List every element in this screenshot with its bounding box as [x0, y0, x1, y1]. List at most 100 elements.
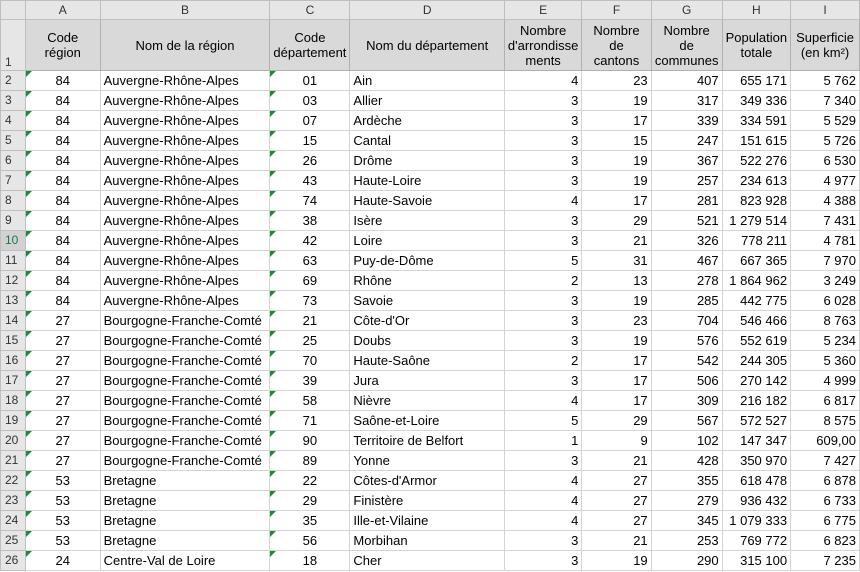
row-header[interactable]: 2 — [0, 70, 26, 91]
cell-b[interactable]: Bretagne — [99, 530, 271, 551]
cell-g[interactable]: 521 — [650, 210, 723, 231]
cell-d[interactable]: Isère — [349, 210, 505, 231]
column-header-b[interactable]: B — [99, 0, 271, 20]
cell-c[interactable]: 74 — [269, 190, 351, 211]
cell-h[interactable]: 1 279 514 — [721, 210, 792, 231]
cell-d[interactable]: Ain — [349, 70, 505, 91]
row-header[interactable]: 14 — [0, 310, 26, 331]
row-header[interactable]: 20 — [0, 430, 26, 451]
row-header[interactable]: 16 — [0, 350, 26, 371]
cell-g[interactable]: 257 — [650, 170, 723, 191]
cell-c[interactable]: 73 — [269, 290, 351, 311]
cell-a[interactable]: 84 — [24, 110, 101, 131]
row-header[interactable]: 11 — [0, 250, 26, 271]
cell-d[interactable]: Jura — [349, 370, 505, 391]
header-cell-g[interactable]: Nombre de communes — [650, 19, 723, 71]
cell-f[interactable]: 27 — [581, 470, 652, 491]
cell-c[interactable]: 03 — [269, 90, 351, 111]
cell-e[interactable]: 3 — [503, 550, 583, 571]
cell-g[interactable]: 407 — [650, 70, 723, 91]
cell-i[interactable]: 5 762 — [790, 70, 860, 91]
cell-d[interactable]: Haute-Savoie — [349, 190, 505, 211]
cell-h[interactable]: 216 182 — [721, 390, 792, 411]
cell-f[interactable]: 21 — [581, 530, 652, 551]
row-header[interactable]: 9 — [0, 210, 26, 231]
cell-i[interactable]: 4 977 — [790, 170, 860, 191]
header-cell-b[interactable]: Nom de la région — [99, 19, 271, 71]
cell-i[interactable]: 6 733 — [790, 490, 860, 511]
cell-d[interactable]: Haute-Loire — [349, 170, 505, 191]
cell-f[interactable]: 29 — [581, 210, 652, 231]
cell-d[interactable]: Cantal — [349, 130, 505, 151]
cell-h[interactable]: 244 305 — [721, 350, 792, 371]
row-header[interactable]: 4 — [0, 110, 26, 131]
row-header[interactable]: 10 — [0, 230, 26, 251]
cell-h[interactable]: 552 619 — [721, 330, 792, 351]
row-header[interactable]: 21 — [0, 450, 26, 471]
cell-d[interactable]: Haute-Saône — [349, 350, 505, 371]
column-header-g[interactable]: G — [650, 0, 723, 20]
cell-d[interactable]: Puy-de-Dôme — [349, 250, 505, 271]
row-header[interactable]: 12 — [0, 270, 26, 291]
cell-d[interactable]: Yonne — [349, 450, 505, 471]
cell-f[interactable]: 29 — [581, 410, 652, 431]
cell-g[interactable]: 345 — [650, 510, 723, 531]
cell-h[interactable]: 546 466 — [721, 310, 792, 331]
cell-a[interactable]: 27 — [24, 430, 101, 451]
row-header[interactable]: 25 — [0, 530, 26, 551]
cell-b[interactable]: Bourgogne-Franche-Comté — [99, 450, 271, 471]
cell-b[interactable]: Auvergne-Rhône-Alpes — [99, 150, 271, 171]
cell-b[interactable]: Bourgogne-Franche-Comté — [99, 330, 271, 351]
header-cell-d[interactable]: Nom du département — [349, 19, 505, 71]
row-header[interactable]: 15 — [0, 330, 26, 351]
cell-f[interactable]: 19 — [581, 170, 652, 191]
cell-g[interactable]: 247 — [650, 130, 723, 151]
cell-a[interactable]: 24 — [24, 550, 101, 571]
cell-b[interactable]: Bretagne — [99, 510, 271, 531]
cell-f[interactable]: 19 — [581, 550, 652, 571]
cell-b[interactable]: Centre-Val de Loire — [99, 550, 271, 571]
cell-d[interactable]: Savoie — [349, 290, 505, 311]
cell-a[interactable]: 84 — [24, 170, 101, 191]
cell-g[interactable]: 281 — [650, 190, 723, 211]
cell-c[interactable]: 58 — [269, 390, 351, 411]
cell-e[interactable]: 4 — [503, 390, 583, 411]
cell-a[interactable]: 27 — [24, 410, 101, 431]
cell-i[interactable]: 5 726 — [790, 130, 860, 151]
cell-b[interactable]: Auvergne-Rhône-Alpes — [99, 250, 271, 271]
cell-a[interactable]: 27 — [24, 330, 101, 351]
cell-e[interactable]: 3 — [503, 110, 583, 131]
cell-g[interactable]: 704 — [650, 310, 723, 331]
cell-e[interactable]: 3 — [503, 290, 583, 311]
cell-c[interactable]: 43 — [269, 170, 351, 191]
cell-b[interactable]: Bourgogne-Franche-Comté — [99, 310, 271, 331]
column-header-f[interactable]: F — [581, 0, 652, 20]
header-cell-h[interactable]: Population totale — [721, 19, 792, 71]
cell-d[interactable]: Ardèche — [349, 110, 505, 131]
cell-f[interactable]: 17 — [581, 370, 652, 391]
cell-f[interactable]: 31 — [581, 250, 652, 271]
cell-c[interactable]: 56 — [269, 530, 351, 551]
cell-d[interactable]: Côte-d'Or — [349, 310, 505, 331]
cell-f[interactable]: 19 — [581, 90, 652, 111]
select-all-corner[interactable] — [0, 0, 26, 20]
cell-h[interactable]: 778 211 — [721, 230, 792, 251]
cell-d[interactable]: Rhône — [349, 270, 505, 291]
cell-c[interactable]: 42 — [269, 230, 351, 251]
cell-f[interactable]: 19 — [581, 290, 652, 311]
cell-d[interactable]: Loire — [349, 230, 505, 251]
cell-d[interactable]: Côtes-d'Armor — [349, 470, 505, 491]
header-cell-c[interactable]: Code département — [269, 19, 351, 71]
cell-e[interactable]: 3 — [503, 130, 583, 151]
row-header[interactable]: 17 — [0, 370, 26, 391]
cell-f[interactable]: 17 — [581, 190, 652, 211]
cell-d[interactable]: Nièvre — [349, 390, 505, 411]
column-header-h[interactable]: H — [721, 0, 792, 20]
cell-g[interactable]: 367 — [650, 150, 723, 171]
cell-i[interactable]: 5 529 — [790, 110, 860, 131]
cell-c[interactable]: 38 — [269, 210, 351, 231]
column-header-c[interactable]: C — [269, 0, 351, 20]
cell-c[interactable]: 39 — [269, 370, 351, 391]
cell-b[interactable]: Auvergne-Rhône-Alpes — [99, 70, 271, 91]
row-header[interactable]: 24 — [0, 510, 26, 531]
